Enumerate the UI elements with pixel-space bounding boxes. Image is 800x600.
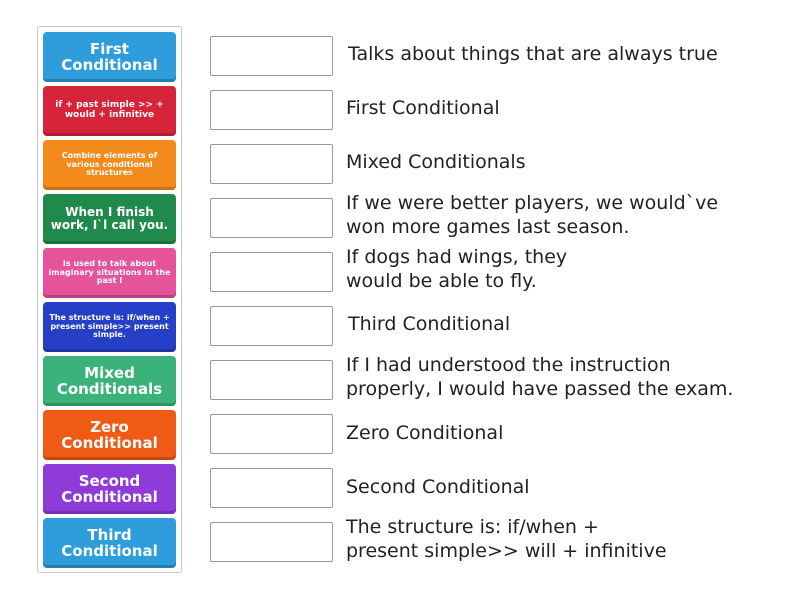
drop-slot[interactable] <box>210 90 333 130</box>
description-text: Third Conditional <box>348 313 511 335</box>
tile-mixed-conditionals[interactable]: Mixed Conditionals <box>43 356 176 406</box>
tile-label: Is used to talk about imaginary situatio… <box>48 259 171 286</box>
tile-label: Combine elements of various conditional … <box>61 151 158 178</box>
tile-second-conditional[interactable]: Second Conditional <box>43 464 176 514</box>
drop-slot[interactable] <box>210 414 333 454</box>
description-text: Mixed Conditionals <box>346 151 526 173</box>
description-text: Talks about things that are always true <box>348 43 718 65</box>
tile-label: if + past simple >> + would + infinitive <box>55 100 164 120</box>
drop-slot[interactable] <box>210 468 333 508</box>
description-text: If dogs had wings, they would be able to… <box>346 246 568 292</box>
description-text: The structure is: if/when + present simp… <box>346 516 667 562</box>
tile-combine-elements[interactable]: Combine elements of various conditional … <box>43 140 176 190</box>
tile-zero-conditional[interactable]: Zero Conditional <box>43 410 176 460</box>
tile-if-past-simple[interactable]: if + past simple >> + would + infinitive <box>43 86 176 136</box>
description-text: Second Conditional <box>346 476 530 498</box>
drop-slot[interactable] <box>210 360 333 400</box>
tile-label: The structure is: if/when + present simp… <box>49 313 170 340</box>
drop-slot[interactable] <box>210 306 333 346</box>
drop-slot[interactable] <box>210 144 333 184</box>
tile-structure-zero[interactable]: The structure is: if/when + present simp… <box>43 302 176 352</box>
tile-label: Second Conditional <box>61 471 158 506</box>
tile-imaginary-situations[interactable]: Is used to talk about imaginary situatio… <box>43 248 176 298</box>
drop-slot[interactable] <box>210 252 333 292</box>
description-text: If I had understood the instruction prop… <box>346 354 734 400</box>
tile-label: Third Conditional <box>61 525 158 560</box>
tile-label: Mixed Conditionals <box>56 363 163 398</box>
tile-first-conditional[interactable]: First Conditional <box>43 32 176 82</box>
drop-slot[interactable] <box>210 198 333 238</box>
tile-third-conditional[interactable]: Third Conditional <box>43 518 176 568</box>
tile-when-i-finish[interactable]: When I finish work, I`l call you. <box>43 194 176 244</box>
drop-slot[interactable] <box>210 36 333 76</box>
tile-label: When I finish work, I`l call you. <box>50 205 169 232</box>
description-text: If we were better players, we would`ve w… <box>346 192 719 238</box>
drop-slot[interactable] <box>210 522 333 562</box>
matching-activity: First Conditional if + past simple >> + … <box>0 0 800 600</box>
tile-label: Zero Conditional <box>61 417 158 452</box>
tile-label: First Conditional <box>61 39 158 74</box>
description-text: First Conditional <box>346 97 500 119</box>
description-text: Zero Conditional <box>346 422 504 444</box>
